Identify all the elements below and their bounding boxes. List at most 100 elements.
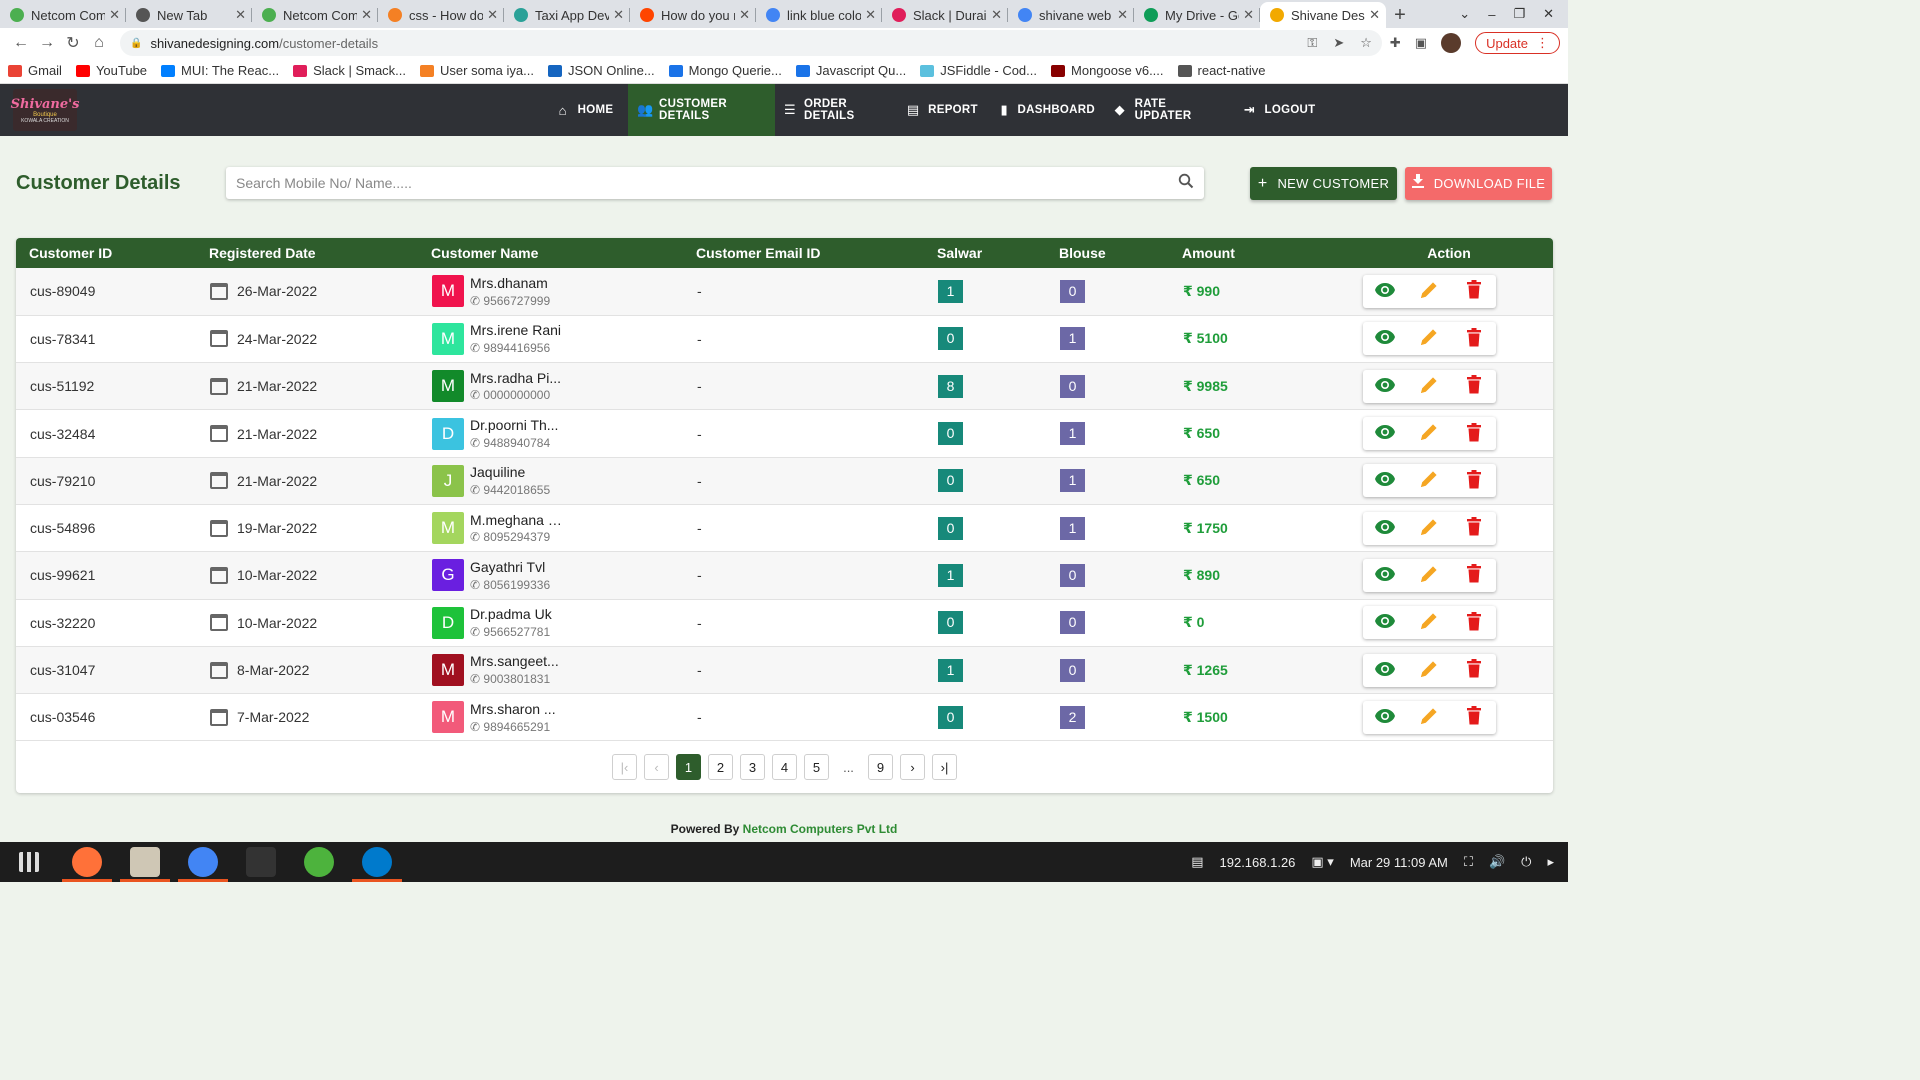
close-tab-icon[interactable]: ✕: [991, 7, 1002, 23]
update-button[interactable]: Update ⋮: [1475, 32, 1560, 54]
edit-button[interactable]: [1417, 705, 1441, 729]
edit-button[interactable]: [1417, 469, 1441, 493]
close-tab-icon[interactable]: ✕: [865, 7, 876, 23]
browser-tab[interactable]: My Drive - Go ✕: [1134, 2, 1260, 28]
delete-button[interactable]: [1462, 563, 1486, 587]
edit-button[interactable]: [1417, 422, 1441, 446]
view-button[interactable]: [1373, 516, 1397, 540]
app-grid-launcher[interactable]: [0, 842, 58, 882]
nav-item-rate-updater[interactable]: ◆ RATE UPDATER: [1104, 84, 1233, 136]
bookmark-item[interactable]: JSFiddle - Cod...: [920, 63, 1037, 78]
terminal-launcher[interactable]: [232, 842, 290, 882]
new-customer-button[interactable]: + NEW CUSTOMER: [1250, 167, 1397, 200]
download-file-button[interactable]: DOWNLOAD FILE: [1405, 167, 1552, 200]
browser-tab[interactable]: Netcom Com ✕: [252, 2, 378, 28]
network-icon[interactable]: ⛶: [1464, 854, 1473, 870]
edit-button[interactable]: [1417, 563, 1441, 587]
edit-button[interactable]: [1417, 658, 1441, 682]
edit-button[interactable]: [1417, 374, 1441, 398]
view-button[interactable]: [1373, 563, 1397, 587]
close-tab-icon[interactable]: ✕: [235, 7, 246, 23]
minimize-icon[interactable]: –: [1488, 7, 1495, 22]
view-button[interactable]: [1373, 658, 1397, 682]
browser-tab[interactable]: shivane web ✕: [1008, 2, 1134, 28]
browser-tab[interactable]: Netcom Com ✕: [0, 2, 126, 28]
bookmark-item[interactable]: Mongo Querie...: [668, 63, 782, 78]
browser-tab[interactable]: Taxi App Dev ✕: [504, 2, 630, 28]
star-icon[interactable]: ☆: [1360, 35, 1372, 51]
clock[interactable]: Mar 29 11:09 AM: [1350, 855, 1448, 870]
close-tab-icon[interactable]: ✕: [361, 7, 372, 23]
last-page-button[interactable]: ›|: [932, 754, 957, 780]
clipboard-icon[interactable]: ▣ ▾: [1311, 854, 1333, 870]
browser-tab[interactable]: Slack | Durai ✕: [882, 2, 1008, 28]
nav-item-customer-details[interactable]: 👥 CUSTOMER DETAILS: [628, 84, 775, 136]
browser-tab[interactable]: css - How do ✕: [378, 2, 504, 28]
next-page-button[interactable]: ›: [900, 754, 925, 780]
vscode-launcher[interactable]: [348, 842, 406, 882]
nav-item-home[interactable]: ⌂ HOME: [541, 84, 628, 136]
delete-button[interactable]: [1462, 705, 1486, 729]
volume-icon[interactable]: 🔊: [1489, 854, 1505, 870]
tab-search-icon[interactable]: ⌄: [1459, 6, 1470, 22]
bookmark-item[interactable]: Gmail: [8, 63, 62, 78]
view-button[interactable]: [1373, 422, 1397, 446]
network-doc-icon[interactable]: ▤: [1191, 854, 1203, 870]
new-tab-button[interactable]: +: [1386, 2, 1414, 28]
reload-icon[interactable]: ↻: [60, 33, 86, 53]
view-button[interactable]: [1373, 469, 1397, 493]
profile-avatar[interactable]: [1441, 33, 1462, 53]
close-tab-icon[interactable]: ✕: [1369, 7, 1380, 23]
bookmark-item[interactable]: Mongoose v6....: [1051, 63, 1164, 78]
close-tab-icon[interactable]: ✕: [109, 7, 120, 23]
home-browser-icon[interactable]: ⌂: [86, 34, 112, 52]
sidepanel-icon[interactable]: ▣: [1415, 35, 1427, 51]
maximize-icon[interactable]: ❐: [1513, 6, 1525, 22]
browser-tab[interactable]: New Tab ✕: [126, 2, 252, 28]
lock-icon[interactable]: 🔒: [130, 38, 142, 49]
view-button[interactable]: [1373, 374, 1397, 398]
edit-button[interactable]: [1417, 327, 1441, 351]
view-button[interactable]: [1373, 611, 1397, 635]
delete-button[interactable]: [1462, 279, 1486, 303]
key-icon[interactable]: ⚿: [1307, 35, 1317, 51]
page-button[interactable]: 2: [708, 754, 733, 780]
bookmark-item[interactable]: User soma iya...: [420, 63, 534, 78]
extensions-icon[interactable]: ✚: [1390, 35, 1401, 51]
edit-button[interactable]: [1417, 279, 1441, 303]
tray-chevron-icon[interactable]: ▸: [1547, 854, 1554, 870]
close-tab-icon[interactable]: ✕: [613, 7, 624, 23]
files-launcher[interactable]: [116, 842, 174, 882]
mongodb-compass-launcher[interactable]: [290, 842, 348, 882]
search-input[interactable]: [236, 175, 1178, 191]
prev-page-button[interactable]: ‹: [644, 754, 669, 780]
delete-button[interactable]: [1462, 469, 1486, 493]
delete-button[interactable]: [1462, 327, 1486, 351]
share-icon[interactable]: ➤: [1333, 35, 1344, 51]
browser-tab[interactable]: link blue colo ✕: [756, 2, 882, 28]
bookmark-item[interactable]: Slack | Smack...: [293, 63, 406, 78]
page-button[interactable]: 4: [772, 754, 797, 780]
delete-button[interactable]: [1462, 374, 1486, 398]
page-button[interactable]: 1: [676, 754, 701, 780]
nav-item-dashboard[interactable]: ▮ DASHBOARD: [990, 84, 1104, 136]
chrome-launcher[interactable]: [174, 842, 232, 882]
view-button[interactable]: [1373, 279, 1397, 303]
firefox-launcher[interactable]: [58, 842, 116, 882]
delete-button[interactable]: [1462, 611, 1486, 635]
bookmark-item[interactable]: Javascript Qu...: [795, 63, 906, 78]
bookmark-item[interactable]: JSON Online...: [547, 63, 655, 78]
view-button[interactable]: [1373, 705, 1397, 729]
edit-button[interactable]: [1417, 611, 1441, 635]
bookmark-item[interactable]: react-native: [1177, 63, 1265, 78]
nav-item-order-details[interactable]: ☰ ORDER DETAILS: [775, 84, 894, 136]
power-icon[interactable]: ⏻: [1521, 854, 1531, 870]
bookmark-item[interactable]: YouTube: [75, 63, 147, 78]
close-tab-icon[interactable]: ✕: [1243, 7, 1254, 23]
delete-button[interactable]: [1462, 422, 1486, 446]
page-button[interactable]: 5: [804, 754, 829, 780]
bookmark-item[interactable]: MUI: The Reac...: [161, 63, 279, 78]
browser-tab[interactable]: How do you r ✕: [630, 2, 756, 28]
close-tab-icon[interactable]: ✕: [487, 7, 498, 23]
nav-item-logout[interactable]: ⇥ LOGOUT: [1233, 84, 1325, 136]
